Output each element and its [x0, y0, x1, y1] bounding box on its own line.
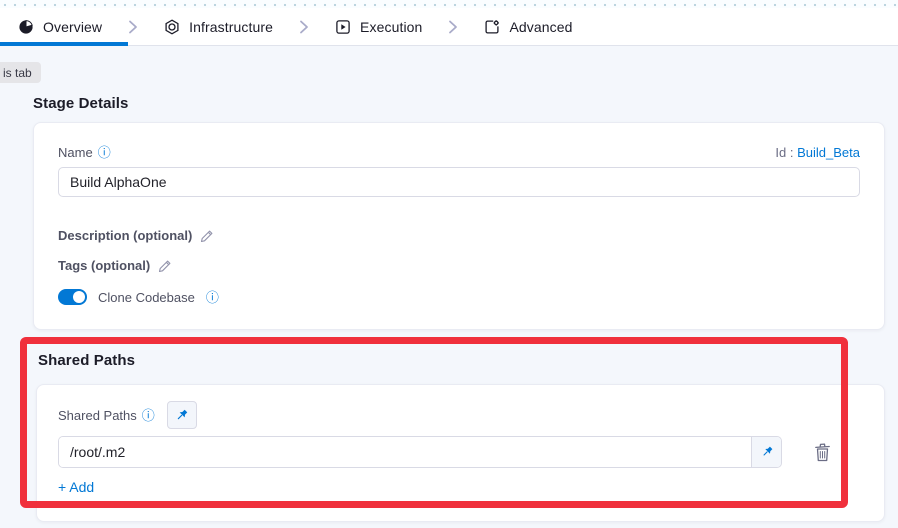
- tags-label: Tags (optional): [58, 258, 150, 273]
- active-tab-underline: [0, 42, 128, 46]
- pipeline-canvas-strip: [0, 0, 898, 8]
- clone-codebase-toggle[interactable]: [58, 289, 87, 305]
- stage-details-card: Name ⓘ Id : Build_Beta Description (opti…: [33, 122, 885, 330]
- tab-execution-label: Execution: [360, 19, 422, 35]
- stage-id: Id : Build_Beta: [775, 145, 860, 160]
- clone-codebase-label: Clone Codebase: [98, 290, 195, 305]
- chevron-right-icon: [448, 20, 458, 34]
- shared-path-input-group: [58, 436, 782, 468]
- info-icon[interactable]: ⓘ: [142, 409, 155, 422]
- clipped-tooltip-text: is tab: [3, 66, 32, 80]
- pin-button[interactable]: [167, 401, 197, 429]
- description-row: Description (optional): [58, 228, 860, 243]
- delete-path-button[interactable]: [813, 442, 832, 463]
- chevron-right-icon: [299, 20, 309, 34]
- shared-paths-field-label: Shared Paths ⓘ: [58, 408, 155, 423]
- tab-overview[interactable]: Overview: [18, 19, 102, 35]
- overview-icon: [18, 19, 34, 35]
- stage-tabbar: Overview Infrastructure Execution: [0, 8, 898, 46]
- infrastructure-icon: [164, 19, 180, 35]
- advanced-icon: [484, 19, 500, 35]
- tab-execution[interactable]: Execution: [335, 19, 422, 35]
- shared-path-input[interactable]: [59, 437, 751, 467]
- edit-pencil-icon[interactable]: [158, 259, 172, 273]
- name-field-label: Name ⓘ: [58, 145, 111, 160]
- pin-icon[interactable]: [751, 437, 781, 467]
- tab-infrastructure-label: Infrastructure: [189, 19, 273, 35]
- edit-pencil-icon[interactable]: [200, 229, 214, 243]
- shared-paths-heading: Shared Paths: [38, 352, 135, 369]
- execution-icon: [335, 19, 351, 35]
- clone-codebase-row: Clone Codebase ⓘ: [58, 289, 860, 305]
- stage-name-input[interactable]: [58, 167, 860, 197]
- description-label: Description (optional): [58, 228, 192, 243]
- stage-id-link[interactable]: Build_Beta: [797, 145, 860, 160]
- add-path-button[interactable]: + Add: [58, 479, 94, 495]
- tab-overview-label: Overview: [43, 19, 102, 35]
- info-icon[interactable]: ⓘ: [206, 291, 219, 304]
- tab-infrastructure[interactable]: Infrastructure: [164, 19, 273, 35]
- tab-advanced[interactable]: Advanced: [484, 19, 572, 35]
- shared-paths-card: Shared Paths ⓘ: [36, 384, 885, 522]
- tags-row: Tags (optional): [58, 258, 860, 273]
- info-icon[interactable]: ⓘ: [98, 146, 111, 159]
- stage-id-label: Id :: [775, 145, 793, 160]
- clipped-tooltip: is tab: [0, 62, 41, 83]
- chevron-right-icon: [128, 20, 138, 34]
- stage-details-heading: Stage Details: [33, 95, 129, 112]
- tab-advanced-label: Advanced: [509, 19, 572, 35]
